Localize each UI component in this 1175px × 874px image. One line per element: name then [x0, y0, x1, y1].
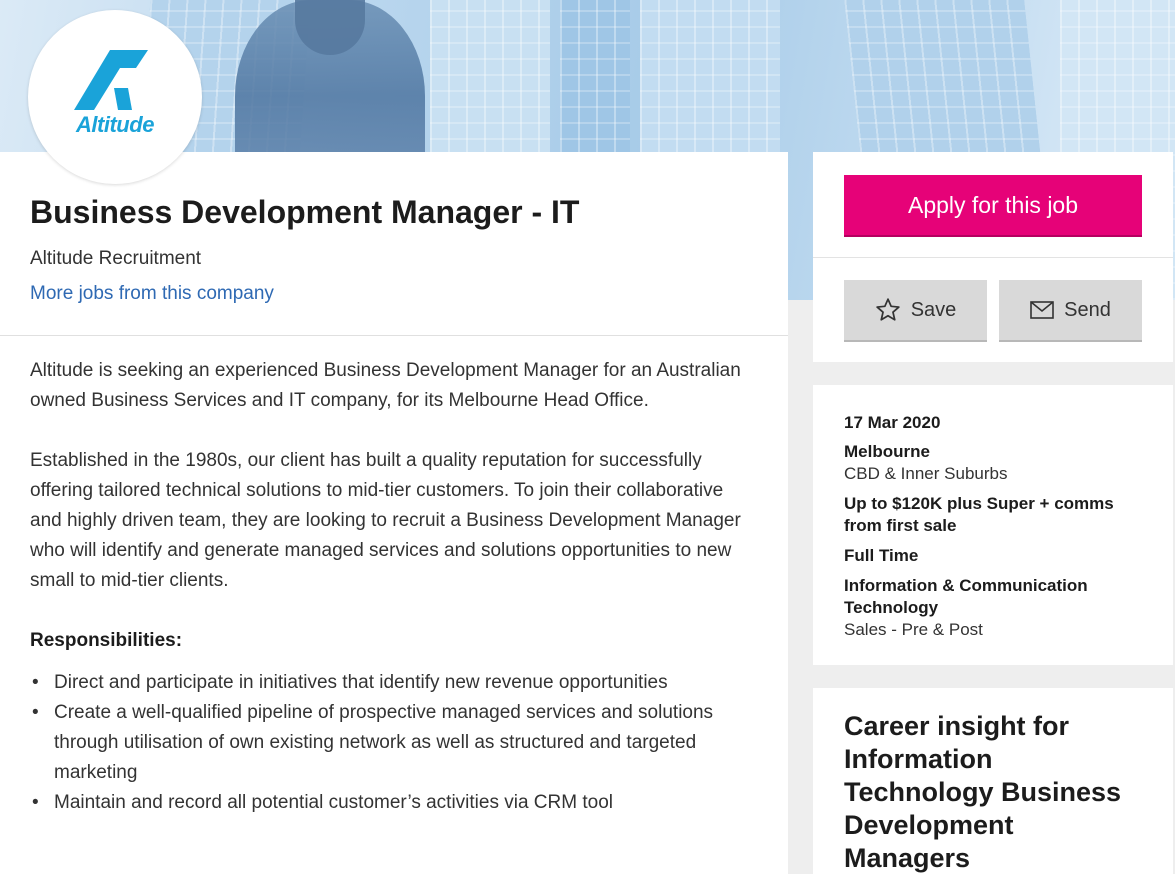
altitude-logo-icon [74, 50, 148, 110]
location-area: CBD & Inner Suburbs [844, 464, 1008, 483]
send-button-label: Send [1064, 298, 1111, 321]
listing-date: 17 Mar 2020 [844, 413, 941, 432]
job-details-card: Business Development Manager - IT Altitu… [0, 152, 788, 874]
description-paragraph: Altitude is seeking an experienced Busin… [30, 360, 741, 411]
classification: Information & Communication Technology [844, 576, 1088, 617]
responsibilities-heading: Responsibilities: [30, 630, 183, 651]
responsibilities-list: Direct and participate in initiatives th… [30, 668, 758, 818]
company-logo[interactable]: Altitude [28, 10, 202, 184]
list-item: Direct and participate in initiatives th… [30, 668, 758, 698]
job-title: Business Development Manager - IT [30, 194, 580, 230]
company-name: Altitude Recruitment [30, 248, 202, 269]
apply-panel: Apply for this job Save Send [813, 152, 1173, 362]
job-description: Altitude is seeking an experienced Busin… [0, 336, 788, 818]
send-button[interactable]: Send [999, 280, 1142, 340]
description-paragraph: Established in the 1980s, our client has… [30, 450, 741, 591]
save-button-label: Save [910, 298, 957, 321]
work-type: Full Time [844, 546, 919, 565]
salary: Up to $120K plus Super + comms from firs… [844, 494, 1114, 535]
job-info-panel: 17 Mar 2020 Melbourne CBD & Inner Suburb… [813, 385, 1173, 665]
career-insight-panel: Career insight for Information Technolog… [813, 688, 1173, 874]
location: Melbourne [844, 442, 930, 461]
envelope-icon [1030, 301, 1054, 319]
apply-button[interactable]: Apply for this job [844, 175, 1142, 235]
career-insight-title[interactable]: Career insight for Information Technolog… [844, 710, 1142, 874]
save-button[interactable]: Save [844, 280, 987, 340]
list-item: Maintain and record all potential custom… [30, 788, 758, 818]
sub-classification: Sales - Pre & Post [844, 620, 983, 639]
divider [813, 257, 1173, 258]
star-icon [876, 298, 900, 321]
logo-wordmark: Altitude [76, 112, 154, 137]
list-item: Create a well-qualified pipeline of pros… [30, 698, 758, 788]
more-jobs-link[interactable]: More jobs from this company [30, 283, 274, 305]
